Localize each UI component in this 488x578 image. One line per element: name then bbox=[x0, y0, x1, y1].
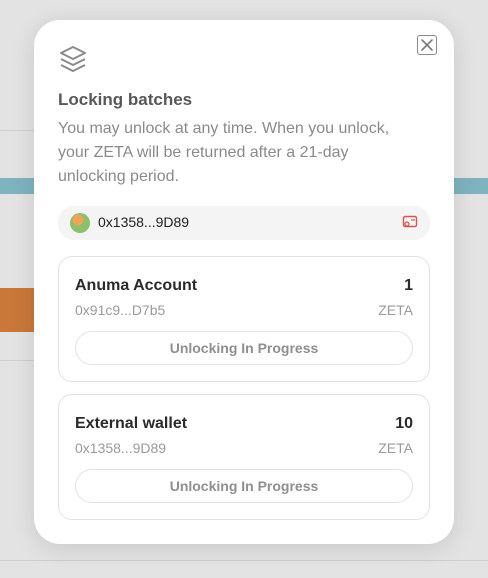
batch-amount: 1 bbox=[404, 277, 413, 294]
batch-address: 0x91c9...D7b5 bbox=[75, 302, 166, 318]
background-divider bbox=[0, 560, 488, 561]
batch-card: External wallet 10 0x1358...9D89 ZETA Un… bbox=[58, 394, 430, 520]
batch-amount: 10 bbox=[395, 415, 413, 432]
close-button[interactable] bbox=[417, 35, 437, 55]
batch-name: External wallet bbox=[75, 415, 188, 432]
avatar bbox=[70, 213, 90, 233]
batch-card: Anuma Account 1 0x91c9...D7b5 ZETA Unloc… bbox=[58, 256, 430, 382]
close-icon bbox=[421, 39, 433, 51]
wallet-card-icon[interactable] bbox=[402, 215, 418, 229]
modal-title: Locking batches bbox=[58, 90, 193, 109]
modal-description: You may unlock at any time. When you unl… bbox=[58, 120, 390, 185]
batch-address: 0x1358...9D89 bbox=[75, 440, 167, 456]
locking-batches-modal: Locking batches You may unlock at any ti… bbox=[34, 20, 454, 544]
wallet-address: 0x1358...9D89 bbox=[98, 214, 190, 230]
batch-token: ZETA bbox=[378, 440, 413, 456]
batch-token: ZETA bbox=[378, 302, 413, 318]
unlocking-in-progress-button[interactable]: Unlocking In Progress bbox=[75, 331, 413, 365]
batch-name: Anuma Account bbox=[75, 277, 198, 294]
unlocking-in-progress-button[interactable]: Unlocking In Progress bbox=[75, 469, 413, 503]
layers-icon bbox=[60, 46, 86, 72]
connected-wallet-row: 0x1358...9D89 bbox=[58, 206, 430, 240]
